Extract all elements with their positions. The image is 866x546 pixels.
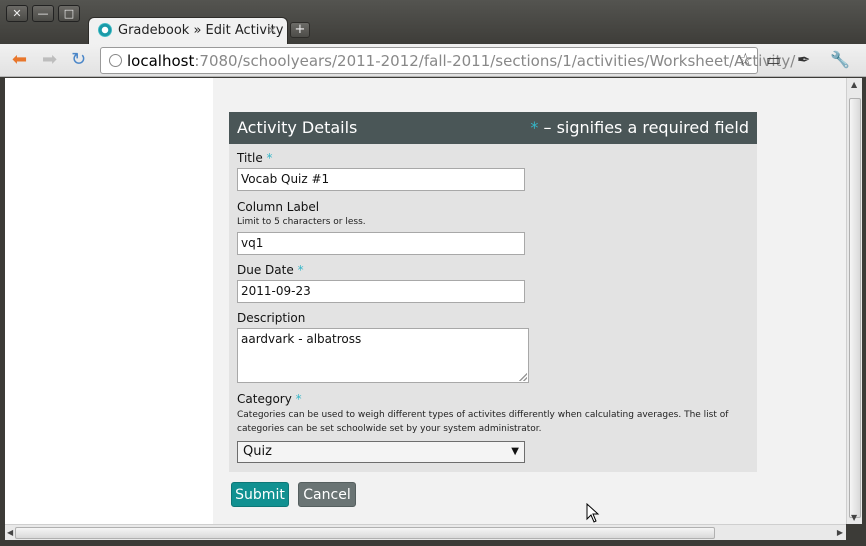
tab-title: Gradebook » Edit Activity: [118, 23, 284, 38]
title-required-star: *: [266, 151, 273, 165]
page-viewport: Activity Details * – signifies a require…: [5, 78, 846, 524]
url-text: localhost:7080/schoolyears/2011-2012/fal…: [127, 52, 795, 70]
window-minimize-button[interactable]: —: [32, 5, 54, 22]
new-tab-button[interactable]: +: [290, 22, 310, 38]
category-hint: Categories can be used to weigh differen…: [237, 410, 729, 434]
required-note: * – signifies a required field: [530, 112, 749, 144]
due-date-required-star: *: [297, 263, 304, 277]
required-note-text: – signifies a required field: [543, 118, 750, 137]
horizontal-scrollbar[interactable]: ◀ ▶: [5, 524, 846, 540]
browser-tab-active[interactable]: Gradebook » Edit Activity ×: [88, 17, 288, 44]
favicon-icon: [98, 23, 112, 37]
title-label-text: Title: [237, 151, 263, 165]
maximize-icon: □: [63, 7, 75, 20]
bookmark-star-icon[interactable]: ☆: [738, 50, 753, 70]
category-select[interactable]: Quiz ▼: [237, 441, 525, 463]
browser-toolbar: ⬅ ➡ ↻ localhost:7080/schoolyears/2011-20…: [0, 44, 866, 77]
column-label-label: Column Label: [237, 200, 320, 214]
horizontal-scroll-thumb[interactable]: [15, 527, 715, 539]
window-close-button[interactable]: ✕: [6, 5, 28, 22]
resize-handle-icon[interactable]: [519, 373, 527, 381]
cancel-button[interactable]: Cancel: [298, 482, 356, 507]
forward-arrow-icon[interactable]: ➡: [42, 50, 57, 70]
column-label-input[interactable]: vq1: [237, 232, 525, 255]
wrench-icon[interactable]: 🔧: [830, 51, 850, 69]
url-host: localhost: [127, 52, 195, 70]
minimize-icon: —: [37, 7, 49, 20]
column-label-hint: Limit to 5 characters or less.: [237, 217, 366, 227]
panel-title: Activity Details: [237, 118, 358, 137]
scroll-right-icon[interactable]: ▶: [837, 528, 843, 537]
fullscreen-icon[interactable]: ▭: [766, 51, 781, 69]
scroll-up-icon[interactable]: ▲: [851, 80, 857, 89]
description-text: aardvark - albatross: [241, 332, 362, 346]
window-maximize-button[interactable]: □: [58, 5, 80, 22]
scroll-left-icon[interactable]: ◀: [7, 528, 13, 537]
category-required-star: *: [295, 392, 302, 406]
mouse-cursor-icon: [586, 503, 600, 523]
window-titlebar: ✕ — □ Gradebook » Edit Activity × +: [0, 0, 866, 44]
scroll-down-icon[interactable]: ▼: [851, 513, 857, 522]
due-date-label: Due Date *: [237, 263, 304, 277]
due-date-input[interactable]: 2011-09-23: [237, 280, 525, 303]
due-date-label-text: Due Date: [237, 263, 294, 277]
description-textarea[interactable]: aardvark - albatross: [237, 328, 529, 383]
close-icon: ✕: [12, 7, 22, 20]
category-selected-value: Quiz: [243, 444, 272, 459]
panel-header: Activity Details * – signifies a require…: [229, 112, 757, 144]
title-input[interactable]: Vocab Quiz #1: [237, 168, 525, 191]
url-path: :7080/schoolyears/2011-2012/fall-2011/se…: [194, 52, 796, 70]
plus-icon: +: [294, 22, 306, 37]
tab-close-icon[interactable]: ×: [267, 23, 277, 37]
description-label: Description: [237, 311, 306, 325]
submit-button[interactable]: Submit: [231, 482, 289, 507]
vertical-scroll-thumb[interactable]: [849, 98, 861, 518]
globe-icon: [109, 54, 122, 67]
pin-icon[interactable]: ✒: [797, 51, 810, 69]
category-label: Category *: [237, 392, 302, 406]
dropdown-arrow-icon: ▼: [511, 446, 519, 457]
back-arrow-icon[interactable]: ⬅: [12, 50, 27, 70]
vertical-scrollbar[interactable]: ▲ ▼: [846, 78, 862, 524]
title-label: Title *: [237, 151, 273, 165]
required-star: *: [530, 118, 539, 137]
address-bar[interactable]: localhost:7080/schoolyears/2011-2012/fal…: [100, 47, 795, 74]
reload-icon[interactable]: ↻: [71, 50, 86, 70]
category-label-text: Category: [237, 392, 292, 406]
activity-details-panel: Activity Details * – signifies a require…: [229, 112, 757, 472]
